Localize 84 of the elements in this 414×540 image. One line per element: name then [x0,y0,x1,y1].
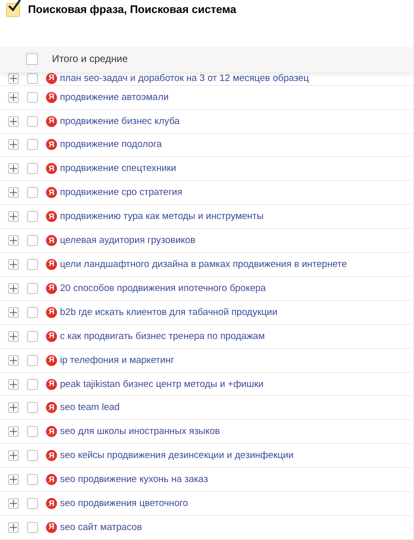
search-engine-badge: Я [46,139,57,150]
checkbox[interactable] [27,522,38,533]
search-phrase[interactable]: продвижению тура как методы и инструменты [60,211,264,222]
checkbox[interactable] [27,402,38,414]
search-engine-badge: Я [46,235,57,246]
grouping-label: Поисковая фраза, Поисковая система [28,4,236,16]
checkbox[interactable] [27,211,38,222]
search-engine-badge: Я [46,498,57,510]
search-phrase[interactable]: b2b где искать клиентов для табачной продукции [60,306,278,318]
expand-toggle[interactable] [8,402,19,414]
search-phrase[interactable]: 20 способов продвижения ипотечного брокера [60,282,266,294]
expand-toggle[interactable] [8,235,19,246]
search-phrase[interactable]: цели ландшафтного дизайна в рамках продвижения в интернете [60,258,347,270]
expand-toggle[interactable] [8,116,19,127]
checkbox[interactable] [27,139,38,150]
checkbox[interactable] [27,354,38,366]
search-engine-badge: Я [46,450,57,462]
checkbox[interactable] [27,330,38,342]
checkbox[interactable] [27,163,38,174]
checkbox[interactable] [27,282,38,294]
expand-toggle[interactable] [8,282,19,294]
totals-label: Итого и средние [52,54,128,65]
checkbox[interactable] [6,3,20,17]
checkbox[interactable] [27,426,38,438]
expand-toggle[interactable] [8,72,19,84]
search-engine-badge: Я [46,72,57,84]
expand-toggle[interactable] [8,187,19,198]
expand-toggle[interactable] [8,163,19,174]
checkbox[interactable] [27,450,38,462]
search-phrase[interactable]: seo продвижения цветочного [60,498,188,510]
expand-toggle[interactable] [8,258,19,270]
search-phrase[interactable]: продвижение бизнес клуба [60,116,180,127]
search-engine-badge: Я [46,354,57,366]
expand-toggle[interactable] [8,522,19,533]
expand-toggle[interactable] [8,139,19,150]
search-phrase[interactable]: продвижение автоэмали [60,92,169,103]
search-engine-badge: Я [46,163,57,174]
search-engine-badge: Я [46,474,57,486]
search-engine-badge: Я [46,92,57,103]
search-engine-badge: Я [46,187,57,198]
search-phrase[interactable]: seo сайт матрасов [60,522,142,533]
search-phrase[interactable]: peak tajikistan бизнес центр методы и +фишки [60,378,264,390]
search-engine-badge: Я [46,522,57,533]
expand-toggle[interactable] [8,474,19,486]
checkbox[interactable] [27,474,38,486]
expand-toggle[interactable] [8,92,19,103]
expand-toggle[interactable] [8,211,19,222]
checkbox[interactable] [26,53,38,66]
expand-toggle[interactable] [8,378,19,390]
search-phrase[interactable]: продвижение подолога [60,139,162,150]
checkbox[interactable] [27,116,38,127]
search-engine-badge: Я [46,426,57,438]
search-engine-badge: Я [46,211,57,222]
checkbox[interactable] [27,187,38,198]
search-phrase[interactable]: продвижение сро стратегия [60,187,182,198]
expand-toggle[interactable] [8,450,19,462]
search-engine-badge: Я [46,116,57,127]
search-phrase[interactable]: с как продвигать бизнес тренера по продажам [60,330,265,342]
search-engine-badge: Я [46,258,57,270]
checkbox[interactable] [27,258,38,270]
expand-toggle[interactable] [8,426,19,438]
checkbox[interactable] [27,72,38,84]
expand-toggle[interactable] [8,354,19,366]
checkbox[interactable] [27,306,38,318]
checkbox[interactable] [27,235,38,246]
search-engine-badge: Я [46,330,57,342]
search-phrase[interactable]: целевая аудитория грузовиков [60,235,196,246]
checkbox[interactable] [27,498,38,510]
search-phrase[interactable]: seo кейсы продвижения дезинсекции и дезинфекции [60,450,294,462]
search-phrase[interactable]: seo продвижение кухонь на заказ [60,474,208,486]
search-engine-badge: Я [46,282,57,294]
expand-toggle[interactable] [8,498,19,510]
checkbox[interactable] [27,378,38,390]
expand-toggle[interactable] [8,330,19,342]
search-phrase[interactable]: продвижение спецтехники [60,163,176,174]
search-engine-badge: Я [46,378,57,390]
search-phrase[interactable]: ip телефония и маркетинг [60,354,174,366]
search-engine-badge: Я [46,306,57,318]
checkbox[interactable] [27,92,38,103]
search-phrase[interactable]: план seo-задач и доработок на 3 от 12 месяцев образец [60,72,309,84]
search-phrase[interactable]: seo team lead [60,402,120,414]
search-engine-badge: Я [46,402,57,414]
search-phrase[interactable]: seo для школы иностранных языков [60,426,220,438]
expand-toggle[interactable] [8,306,19,318]
